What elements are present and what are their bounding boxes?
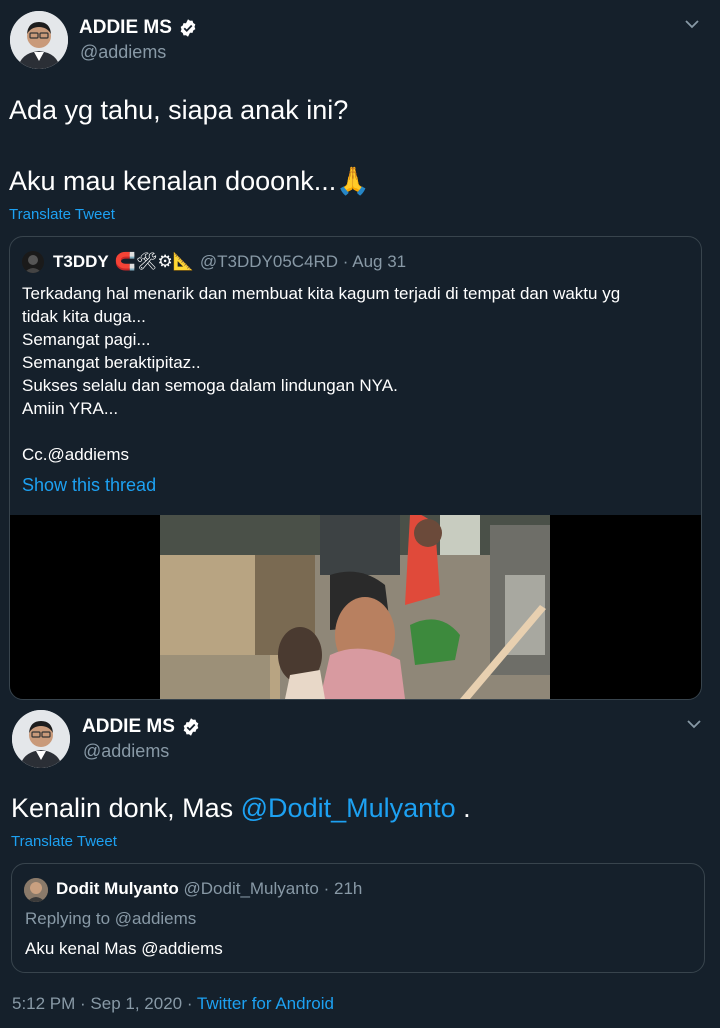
author-handle[interactable]: @addiems — [80, 42, 166, 63]
chevron-down-icon[interactable] — [686, 714, 702, 735]
quoted-avatar — [22, 251, 44, 273]
quoted-meta: @Dodit_Mulyanto · 21h — [183, 879, 363, 898]
quoted-text: Terkadang hal menarik dan membuat kita k… — [22, 284, 621, 464]
quoted-author-name: Dodit Mulyanto — [56, 879, 179, 898]
quoted-meta: @T3DDY05C4RD · Aug 31 — [199, 252, 407, 271]
quoted-tweet[interactable]: T3DDY 🧲🛠⚙📐 @T3DDY05C4RD · Aug 31 Terkada… — [9, 236, 702, 700]
show-thread-link[interactable]: Show this thread — [22, 475, 156, 496]
quoted-tweet[interactable]: Dodit Mulyanto @Dodit_Mulyanto · 21h Rep… — [11, 863, 705, 973]
verified-icon — [183, 718, 199, 736]
mention-link[interactable]: @Dodit_Mulyanto — [241, 793, 456, 823]
avatar[interactable] — [10, 11, 68, 69]
verified-icon — [180, 19, 196, 37]
author-handle[interactable]: @addiems — [83, 741, 169, 762]
author-name[interactable]: ADDIE MS — [82, 716, 201, 738]
chevron-down-icon[interactable] — [684, 14, 700, 35]
translate-tweet-link[interactable]: Translate Tweet — [11, 833, 117, 850]
pray-emoji: 🙏 — [336, 166, 370, 196]
emoji-set: 🧲🛠⚙📐 — [114, 252, 194, 271]
video-player[interactable] — [10, 515, 701, 699]
tweet-text: Kenalin donk, Mas @Dodit_Mulyanto . — [11, 793, 471, 823]
avatar[interactable] — [12, 710, 70, 768]
tweet-text-line: Ada yg tahu, siapa anak ini? — [9, 95, 349, 125]
video-thumbnail — [160, 515, 550, 699]
quoted-avatar — [24, 878, 48, 902]
tweet-timestamp: 5:12 PM · Sep 1, 2020 · Twitter for Andr… — [12, 994, 334, 1013]
tweet-text-line: Aku mau kenalan dooonk...🙏 — [9, 166, 370, 196]
author-name[interactable]: ADDIE MS — [79, 17, 198, 39]
replying-to: Replying to @addiems — [25, 909, 197, 928]
translate-tweet-link[interactable]: Translate Tweet — [9, 206, 115, 223]
source-link[interactable]: Twitter for Android — [197, 994, 334, 1013]
quoted-text: Aku kenal Mas @addiems — [25, 939, 223, 958]
quoted-author-name: T3DDY — [53, 252, 109, 271]
